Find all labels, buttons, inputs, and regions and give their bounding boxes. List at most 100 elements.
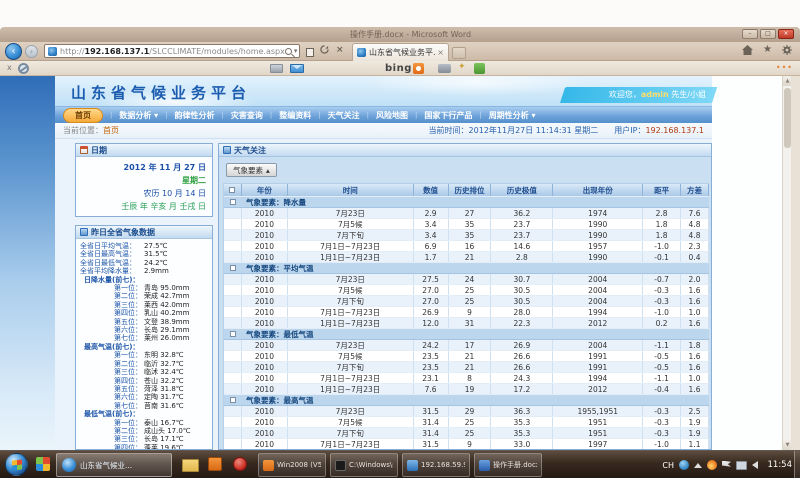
taskbar-window-button[interactable]: Win2008 (V52...: [258, 453, 326, 477]
search-icon[interactable]: [285, 48, 292, 55]
table-row[interactable]: 20107月1日~7月23日26.9928.01994-1.01.0: [224, 307, 709, 318]
address-search-area[interactable]: ▾: [285, 47, 298, 55]
forward-button[interactable]: ›: [25, 45, 38, 58]
scrollbar-thumb[interactable]: [784, 88, 791, 148]
search-dropdown-icon[interactable]: ▾: [294, 47, 298, 55]
table-row[interactable]: 20101月1日~7月23日1.7212.81990-0.10.4: [224, 252, 709, 263]
group-checkbox[interactable]: [230, 199, 236, 205]
cell: 1997: [553, 439, 643, 449]
browser-tab[interactable]: 山东省气候业务平... ×: [352, 43, 449, 61]
nav-item-2[interactable]: 数据分析 ▾: [119, 110, 158, 121]
stop-icon[interactable]: ×: [336, 45, 344, 55]
nav-item-7[interactable]: 风险地图: [376, 110, 408, 121]
table-row[interactable]: 20107月23日31.52936.31955,1951-0.32.5: [224, 406, 709, 417]
table-row[interactable]: 20107月5候31.42535.31951-0.31.9: [224, 417, 709, 428]
select-all-checkbox[interactable]: [229, 187, 235, 193]
explorer-folder-icon[interactable]: [182, 459, 199, 472]
background-window-titlebar[interactable]: 操作手册.docx - Microsoft Word – □ ×: [0, 27, 800, 42]
desktop-background: [0, 0, 800, 27]
toolbar-overflow-icon[interactable]: •••: [776, 63, 793, 72]
nav-item-5[interactable]: 整编资料: [279, 110, 311, 121]
minimize-button[interactable]: –: [742, 29, 758, 39]
cell: 31: [449, 318, 492, 328]
bing-search-icon[interactable]: [413, 63, 424, 74]
scroll-down-icon[interactable]: ▼: [783, 440, 791, 450]
media-player-icon[interactable]: [233, 457, 247, 471]
table-row[interactable]: 20107月1日~7月23日23.1824.31994-1.11.0: [224, 373, 709, 384]
taskbar-ie-button[interactable]: 山东省气候业...: [56, 453, 172, 477]
taskbar-clock[interactable]: 11:54: [768, 451, 793, 479]
nav-item-4[interactable]: 灾害查询: [231, 110, 263, 121]
table-row[interactable]: 20107月5候3.43523.719901.84.8: [224, 219, 709, 230]
table-row[interactable]: 20107月5候27.02530.52004-0.31.6: [224, 285, 709, 296]
cell: 7月1日~7月23日: [288, 373, 414, 383]
maximize-button[interactable]: □: [760, 29, 776, 39]
table-row[interactable]: 20107月23日27.52430.72004-0.72.0: [224, 274, 709, 285]
tab-title: 山东省气候业务平...: [369, 47, 435, 58]
table-row[interactable]: 20107月下旬23.52126.61991-0.51.6: [224, 362, 709, 373]
group-checkbox[interactable]: [230, 397, 236, 403]
refresh-icon[interactable]: [320, 45, 329, 57]
breadcrumb-home-link[interactable]: 首页: [103, 126, 119, 135]
speaker-icon[interactable]: [752, 461, 758, 469]
network-status-icon[interactable]: [736, 461, 747, 470]
table-row[interactable]: 20107月1日~7月23日31.5933.01997-1.01.1: [224, 439, 709, 449]
cell: -1.0: [643, 241, 681, 251]
taskbar-window-button[interactable]: 192.168.59.99...: [402, 453, 470, 477]
nav-item-9[interactable]: 周期性分析 ▾: [489, 110, 536, 121]
system-tray: CH: [662, 451, 758, 479]
table-row[interactable]: 20107月下旬3.43523.719901.84.8: [224, 230, 709, 241]
nav-item-3[interactable]: 韵律性分析: [175, 110, 215, 121]
page-scrollbar[interactable]: ▲ ▼: [782, 76, 791, 450]
start-button[interactable]: [5, 453, 28, 476]
table-row[interactable]: 20107月5候23.52126.61991-0.51.6: [224, 351, 709, 362]
nav-item-1[interactable]: 首页: [63, 108, 103, 123]
favorites-icon[interactable]: ★: [763, 44, 772, 55]
tools-gear-icon[interactable]: [782, 45, 792, 55]
mail-icon[interactable]: [290, 64, 304, 73]
action-center-flag-icon[interactable]: [722, 461, 731, 470]
page-left-gradient: [0, 76, 55, 450]
taskbar-window-button[interactable]: C:\Windows\s...: [330, 453, 398, 477]
table-row[interactable]: 20107月下旬31.42535.31951-0.31.9: [224, 428, 709, 439]
taskbar-window-button[interactable]: 操作手册.docx ...: [474, 453, 542, 477]
close-button[interactable]: ×: [778, 29, 794, 39]
quicklaunch-app-icon[interactable]: [36, 457, 50, 471]
nav-item-6[interactable]: 天气关注: [328, 110, 360, 121]
back-button[interactable]: ‹: [5, 43, 22, 60]
new-tab-button[interactable]: [452, 47, 466, 59]
toolbar-status-circle-icon[interactable]: [18, 63, 29, 74]
element-filter-button[interactable]: 气象要素▴: [226, 163, 277, 177]
table-row[interactable]: 20107月23日2.92736.219742.87.6: [224, 208, 709, 219]
group-checkbox[interactable]: [230, 265, 236, 271]
home-icon[interactable]: [742, 45, 753, 55]
toolbar-close-icon[interactable]: x: [7, 63, 12, 72]
table-row[interactable]: 20101月1日~7月23日7.61917.22012-0.41.6: [224, 384, 709, 395]
compatibility-view-icon[interactable]: [306, 48, 314, 57]
scroll-up-icon[interactable]: ▲: [783, 76, 791, 86]
table-row[interactable]: 20101月1日~7月23日12.03122.320120.21.6: [224, 318, 709, 329]
orange-app-icon[interactable]: [208, 457, 222, 471]
row-checkbox-cell: [224, 285, 242, 295]
nav-item-8[interactable]: 国家下行产品: [424, 110, 472, 121]
bing-logo[interactable]: bing: [385, 63, 412, 74]
weather-focus-header: 天气关注: [219, 144, 711, 157]
card-icon[interactable]: [270, 64, 283, 73]
tray-expand-icon[interactable]: [694, 463, 702, 468]
cell: 1991: [553, 351, 643, 361]
addon-puzzle-icon[interactable]: [474, 63, 485, 74]
rank-label: 第六位：: [80, 393, 142, 401]
address-bar[interactable]: http://192.168.137.1/SLCCLIMATE/modules/…: [44, 44, 300, 58]
show-desktop-button[interactable]: [794, 451, 800, 479]
camera-icon[interactable]: [438, 64, 451, 73]
group-checkbox[interactable]: [230, 331, 236, 337]
ranking-line: 第三位：莱西 42.0mm: [80, 301, 210, 309]
language-indicator[interactable]: CH: [662, 461, 674, 470]
table-row[interactable]: 20107月下旬27.02530.52004-0.31.6: [224, 296, 709, 307]
table-row[interactable]: 20107月1日~7月23日6.91614.61957-1.02.3: [224, 241, 709, 252]
firefox-icon[interactable]: [707, 460, 717, 470]
network-globe-icon[interactable]: [679, 460, 689, 470]
table-row[interactable]: 20107月23日24.21726.92004-1.11.8: [224, 340, 709, 351]
tab-close-icon[interactable]: ×: [437, 48, 444, 57]
sparkle-icon[interactable]: ✦: [458, 62, 466, 72]
